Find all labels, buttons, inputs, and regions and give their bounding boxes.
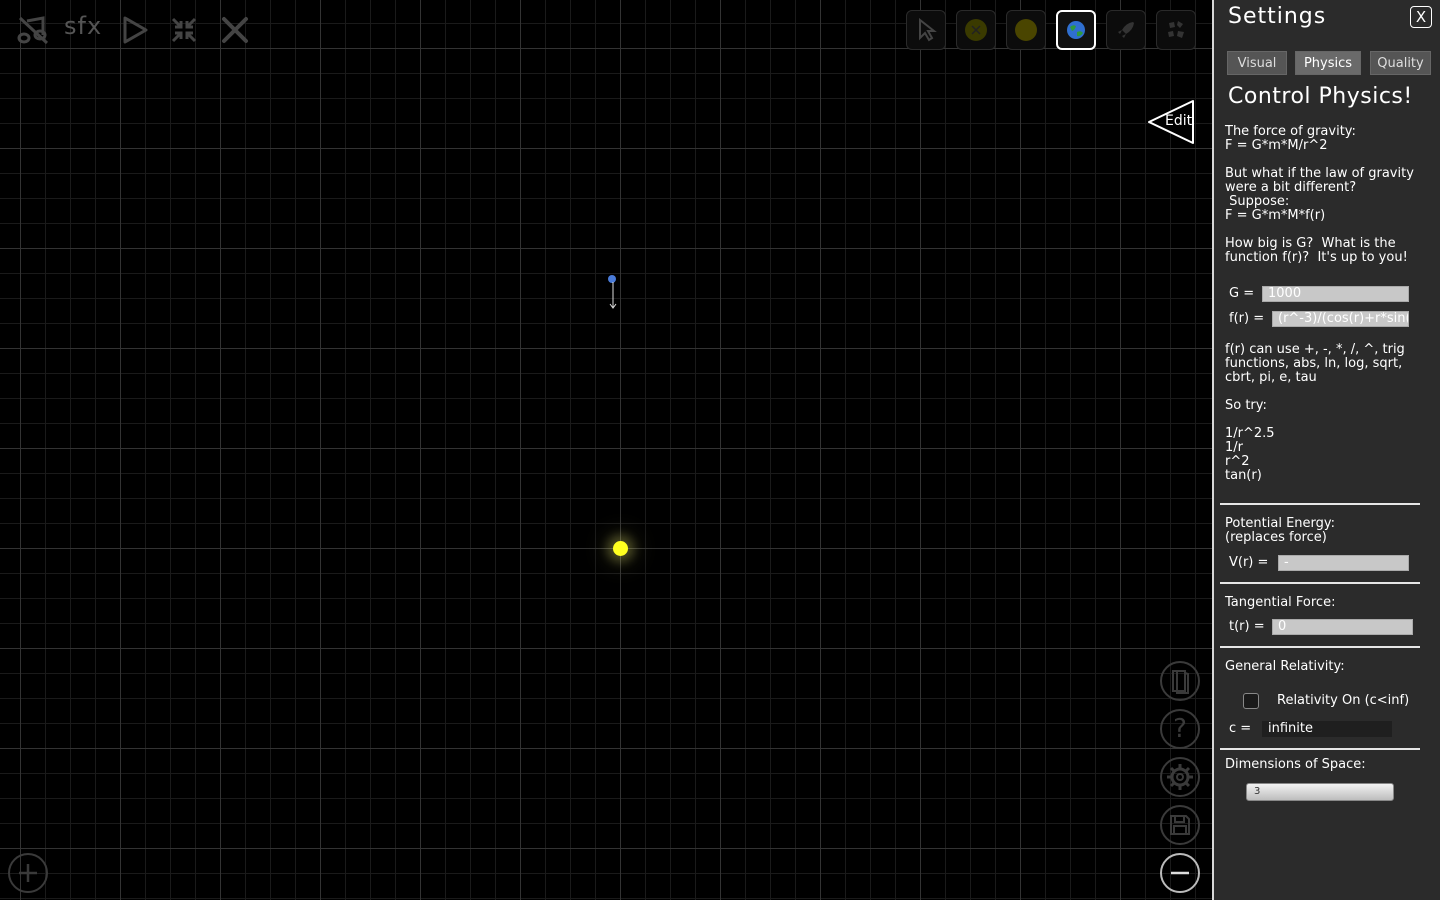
- t-input[interactable]: 0: [1272, 619, 1413, 635]
- dimensions-heading: Dimensions of Space:: [1225, 757, 1366, 772]
- fr-label: f(r) =: [1229, 311, 1265, 326]
- simulation-canvas[interactable]: sfx Edit ?: [0, 0, 1212, 900]
- edit-tab-label: Edit: [1165, 113, 1193, 129]
- gear-icon[interactable]: [1160, 757, 1200, 797]
- g-label: G =: [1229, 286, 1255, 301]
- relativity-checkbox[interactable]: [1243, 693, 1259, 709]
- shrink-icon[interactable]: [168, 12, 200, 48]
- g-input[interactable]: 1000: [1262, 286, 1409, 302]
- relativity-label: Relativity On (c<inf): [1277, 693, 1410, 708]
- fr-input[interactable]: (r^-3)/(cos(r)+r*sin(r: [1272, 311, 1409, 327]
- fr-help-text: f(r) can use +, -, *, /, ^, trig functio…: [1225, 342, 1405, 385]
- help-icon[interactable]: ?: [1160, 709, 1200, 749]
- gravity-intro-text: The force of gravity: F = G*m*M/r^2: [1225, 124, 1356, 153]
- v-label: V(r) =: [1229, 555, 1269, 570]
- zoom-in-icon[interactable]: [8, 853, 48, 893]
- potential-heading: Potential Energy: (replaces force): [1225, 516, 1336, 545]
- tab-physics[interactable]: Physics: [1295, 51, 1361, 75]
- divider: [1220, 582, 1420, 584]
- settings-title: Settings: [1228, 4, 1327, 29]
- tab-quality[interactable]: Quality: [1370, 51, 1431, 75]
- edit-tab[interactable]: Edit: [1146, 99, 1196, 145]
- save-icon[interactable]: [1160, 805, 1200, 845]
- gr-heading: General Relativity:: [1225, 659, 1345, 674]
- panel-heading: Control Physics!: [1228, 84, 1413, 109]
- examples-text: 1/r^2.5 1/r r^2 tan(r): [1225, 426, 1275, 483]
- planet-body[interactable]: [607, 274, 619, 312]
- gravity-question-text: How big is G? What is the function f(r)?…: [1225, 236, 1408, 265]
- book-icon[interactable]: [1160, 661, 1200, 701]
- so-try-text: So try:: [1225, 398, 1267, 413]
- sun-tool-icon[interactable]: [1006, 10, 1046, 50]
- select-cursor-icon[interactable]: [906, 10, 946, 50]
- close-x-icon[interactable]: [218, 12, 252, 48]
- divider: [1220, 646, 1420, 648]
- dimensions-slider[interactable]: 3: [1246, 783, 1394, 801]
- sun-body[interactable]: [613, 541, 628, 556]
- v-input[interactable]: -: [1278, 555, 1409, 571]
- settings-panel: Settings X Visual Physics Quality Contro…: [1212, 0, 1440, 900]
- sfx-toggle[interactable]: sfx: [64, 12, 102, 40]
- t-label: t(r) =: [1229, 619, 1265, 634]
- c-label: c =: [1229, 721, 1252, 736]
- star-tool-icon[interactable]: [956, 10, 996, 50]
- zoom-out-icon[interactable]: [1160, 853, 1200, 893]
- c-input[interactable]: infinite: [1262, 721, 1392, 737]
- gravity-suppose-text: But what if the law of gravity were a bi…: [1225, 166, 1414, 223]
- planet-tool-icon[interactable]: [1056, 10, 1096, 50]
- play-icon[interactable]: [118, 12, 150, 48]
- rocket-tool-icon[interactable]: [1106, 10, 1146, 50]
- close-settings-button[interactable]: X: [1410, 6, 1432, 28]
- divider: [1220, 748, 1420, 750]
- divider: [1220, 503, 1420, 505]
- music-muted-icon[interactable]: [16, 12, 52, 48]
- tangential-heading: Tangential Force:: [1225, 595, 1336, 610]
- tab-visual[interactable]: Visual: [1227, 51, 1287, 75]
- debris-tool-icon[interactable]: [1156, 10, 1196, 50]
